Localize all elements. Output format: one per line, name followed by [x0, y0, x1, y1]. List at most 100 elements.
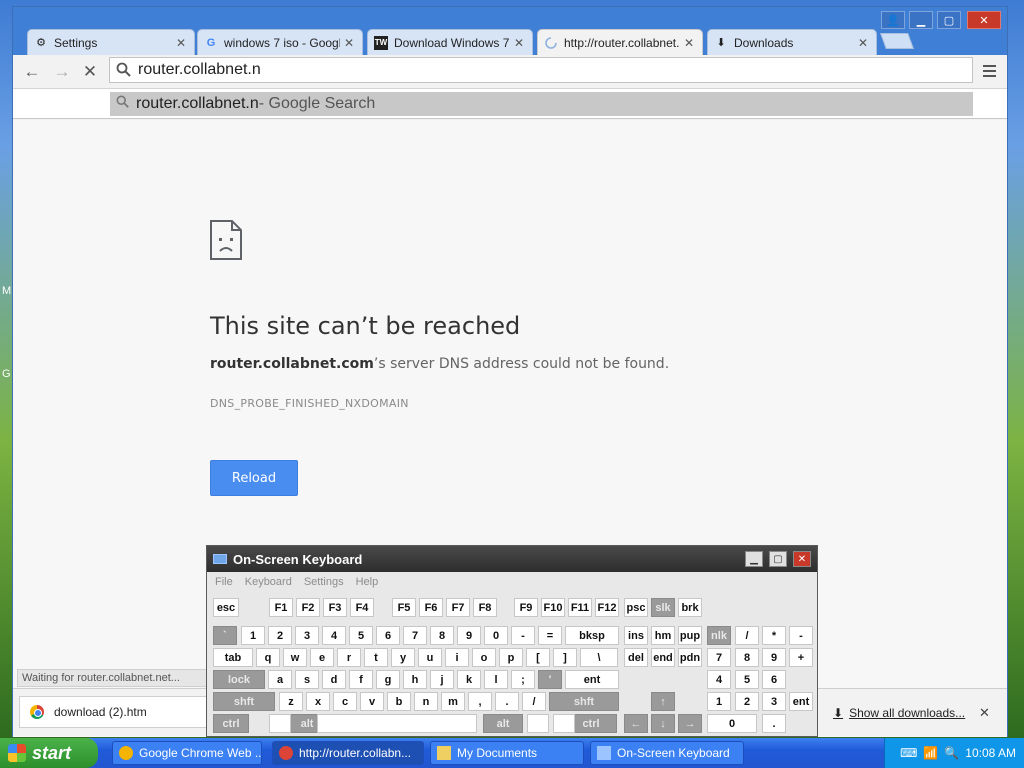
tab-google-search[interactable]: G windows 7 iso - Google S ✕	[197, 29, 363, 55]
osk-key[interactable]: pdn	[678, 648, 702, 667]
osk-key[interactable]: n	[414, 692, 438, 711]
back-button[interactable]: ←	[21, 62, 43, 82]
osk-key[interactable]: 7	[403, 626, 427, 645]
osk-key[interactable]: 4	[707, 670, 731, 689]
space-bar[interactable]	[317, 714, 477, 733]
tab-router[interactable]: http://router.collabnet. ✕	[537, 29, 703, 56]
osk-key[interactable]: bksp	[565, 626, 619, 645]
osk-key[interactable]: F2	[296, 598, 320, 617]
osk-key[interactable]: '	[538, 670, 562, 689]
osk-key[interactable]: 8	[735, 648, 759, 667]
osk-key[interactable]: +	[789, 648, 813, 667]
osk-key[interactable]: brk	[678, 598, 702, 617]
start-button[interactable]: start	[0, 738, 98, 768]
osk-key[interactable]: v	[360, 692, 384, 711]
osk-key[interactable]: 9	[762, 648, 786, 667]
osk-key[interactable]: ,	[468, 692, 492, 711]
osk-key[interactable]: e	[310, 648, 334, 667]
reload-button[interactable]: Reload	[210, 460, 298, 496]
osk-key[interactable]: hm	[651, 626, 675, 645]
osk-titlebar[interactable]: On-Screen Keyboard	[207, 546, 817, 572]
chrome-menu-button[interactable]	[979, 61, 999, 81]
osk-key[interactable]: ;	[511, 670, 535, 689]
osk-key[interactable]: c	[333, 692, 357, 711]
osk-key[interactable]: 1	[241, 626, 265, 645]
osk-key[interactable]: ]	[553, 648, 577, 667]
osk-key[interactable]: q	[256, 648, 280, 667]
osk-key[interactable]: p	[499, 648, 523, 667]
osk-key[interactable]: ins	[624, 626, 648, 645]
maximize-button[interactable]: ▢	[769, 551, 787, 567]
osk-key[interactable]: y	[391, 648, 415, 667]
arrow-up-key[interactable]: ↑	[651, 692, 675, 711]
osk-key[interactable]: 4	[322, 626, 346, 645]
osk-key[interactable]: shft	[549, 692, 619, 711]
taskbar-item-router[interactable]: http://router.collabn...	[272, 741, 424, 765]
osk-key[interactable]: end	[651, 648, 675, 667]
osk-key[interactable]: F1	[269, 598, 293, 617]
taskbar-item-osk[interactable]: On-Screen Keyboard	[590, 741, 744, 765]
osk-key[interactable]: slk	[651, 598, 675, 617]
osk-key[interactable]: esc	[213, 598, 239, 617]
network-icon[interactable]: 📶	[923, 746, 938, 760]
close-shelf-icon[interactable]: ✕	[979, 705, 990, 721]
osk-key[interactable]: 6	[762, 670, 786, 689]
osk-key[interactable]: b	[387, 692, 411, 711]
osk-key[interactable]: 7	[707, 648, 731, 667]
search-tray-icon[interactable]: 🔍	[944, 746, 959, 760]
menu-keyboard[interactable]: Keyboard	[245, 576, 292, 588]
osk-key[interactable]: .	[495, 692, 519, 711]
osk-key[interactable]: *	[762, 626, 786, 645]
osk-key[interactable]: pup	[678, 626, 702, 645]
osk-key[interactable]: a	[268, 670, 292, 689]
osk-key[interactable]: f	[349, 670, 373, 689]
minimize-button[interactable]: ▁	[909, 11, 933, 29]
close-tab-icon[interactable]: ✕	[684, 36, 696, 50]
osk-key[interactable]: .	[762, 714, 786, 733]
osk-key[interactable]: /	[522, 692, 546, 711]
address-input[interactable]	[138, 61, 958, 79]
osk-key[interactable]: ent	[565, 670, 619, 689]
arrow-down-key[interactable]: ↓	[651, 714, 675, 733]
osk-key[interactable]: k	[457, 670, 481, 689]
arrow-left-key[interactable]: ←	[624, 714, 648, 733]
osk-key[interactable]: alt	[483, 714, 523, 733]
osk-key[interactable]: 9	[457, 626, 481, 645]
osk-key[interactable]: F3	[323, 598, 347, 617]
osk-key[interactable]: 5	[735, 670, 759, 689]
minimize-button[interactable]: ▁	[745, 551, 763, 567]
osk-key[interactable]: 5	[349, 626, 373, 645]
osk-key[interactable]: z	[279, 692, 303, 711]
osk-key[interactable]: s	[295, 670, 319, 689]
taskbar-item-my-documents[interactable]: My Documents	[430, 741, 584, 765]
osk-key[interactable]: h	[403, 670, 427, 689]
tab-settings[interactable]: ⚙ Settings ✕	[27, 29, 195, 55]
osk-key[interactable]: ctrl	[213, 714, 249, 733]
maximize-button[interactable]: ▢	[937, 11, 961, 29]
osk-key[interactable]: 2	[268, 626, 292, 645]
osk-key[interactable]: u	[418, 648, 442, 667]
user-icon[interactable]: 👤	[881, 11, 905, 29]
osk-key[interactable]: d	[322, 670, 346, 689]
close-tab-icon[interactable]: ✕	[344, 36, 356, 50]
windows-key-icon[interactable]	[527, 714, 549, 733]
osk-key[interactable]: =	[538, 626, 562, 645]
osk-key[interactable]: F4	[350, 598, 374, 617]
osk-key[interactable]: F8	[473, 598, 497, 617]
osk-key[interactable]: [	[526, 648, 550, 667]
close-tab-icon[interactable]: ✕	[858, 36, 870, 50]
show-all-downloads-link[interactable]: ⬇ Show all downloads...	[833, 706, 965, 720]
osk-key[interactable]: F11	[568, 598, 592, 617]
menu-file[interactable]: File	[215, 576, 233, 588]
osk-key[interactable]: j	[430, 670, 454, 689]
close-button[interactable]: ✕	[793, 551, 811, 567]
osk-key[interactable]: \	[580, 648, 618, 667]
osk-key[interactable]: ent	[789, 692, 813, 711]
osk-key[interactable]: 0	[707, 714, 757, 733]
menu-settings[interactable]: Settings	[304, 576, 344, 588]
osk-key[interactable]: F9	[514, 598, 538, 617]
close-window-button[interactable]: ✕	[967, 11, 1001, 29]
search-suggestion[interactable]: router.collabnet.n - Google Search	[110, 92, 973, 116]
address-bar[interactable]	[109, 57, 973, 83]
osk-key[interactable]: -	[789, 626, 813, 645]
